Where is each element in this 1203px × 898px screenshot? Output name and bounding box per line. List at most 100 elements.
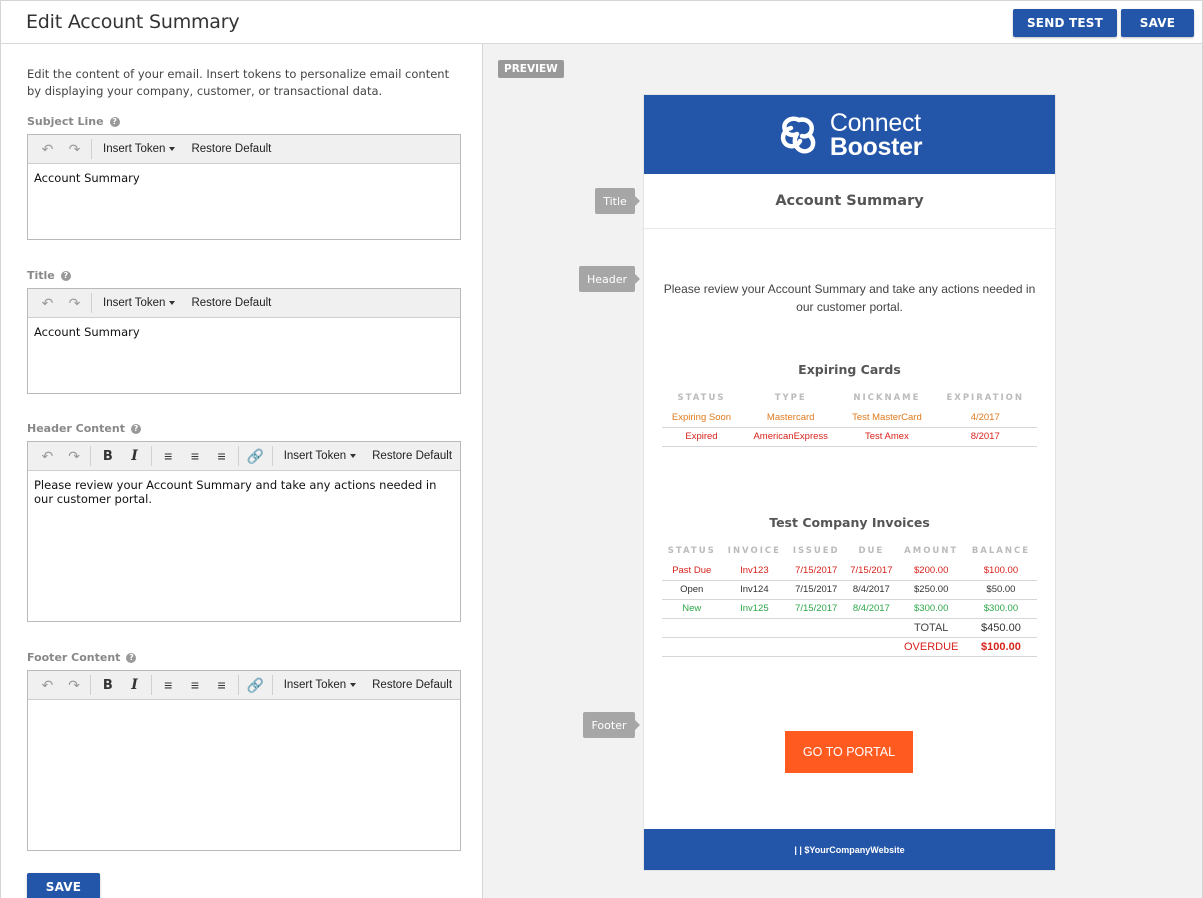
undo-icon[interactable]: ↶ xyxy=(34,671,61,700)
undo-icon[interactable]: ↶ xyxy=(34,442,61,471)
spacer-cell xyxy=(662,637,898,657)
redo-icon[interactable]: ↷ xyxy=(61,135,88,164)
overdue-row: OVERDUE $100.00 xyxy=(662,637,1037,657)
caret-down-icon xyxy=(169,301,176,305)
toolbar-divider xyxy=(238,675,239,695)
invoice-due: 8/4/2017 xyxy=(845,599,898,619)
insert-token-label: Insert Token xyxy=(283,679,347,691)
insert-token-dropdown[interactable]: Insert Token xyxy=(276,442,364,471)
subject-line-label: Subject Line ? xyxy=(27,115,120,128)
link-icon[interactable]: 🔗 xyxy=(242,442,269,471)
preview-badge: PREVIEW xyxy=(498,60,564,78)
header-section-tag: Header xyxy=(579,266,640,292)
expiring-cards-title: Expiring Cards xyxy=(798,362,901,377)
footer-content-input[interactable] xyxy=(28,700,460,714)
title-input[interactable]: Account Summary xyxy=(28,318,460,346)
email-banner: Connect Booster xyxy=(644,95,1055,174)
align-center-icon[interactable]: ≡ xyxy=(182,671,209,700)
invoices-title: Test Company Invoices xyxy=(769,515,930,530)
total-label: TOTAL xyxy=(897,618,965,638)
insert-token-dropdown[interactable]: Insert Token xyxy=(276,671,364,700)
header-content-label-text: Header Content xyxy=(27,422,125,435)
align-left-icon[interactable]: ≡ xyxy=(155,442,182,471)
link-icon[interactable]: 🔗 xyxy=(242,671,269,700)
invoice-issued: 7/15/2017 xyxy=(787,599,846,619)
title-label-text: Title xyxy=(27,269,55,282)
help-icon[interactable]: ? xyxy=(130,423,141,434)
invoice-status: New xyxy=(662,599,722,619)
invoice-issued: 7/15/2017 xyxy=(787,561,846,581)
email-preview: Connect Booster Account Summary Please r… xyxy=(644,95,1055,870)
undo-icon[interactable]: ↶ xyxy=(34,135,61,164)
title-editor: ↶ ↷ Insert Token Restore Default Account… xyxy=(27,288,461,394)
invoice-due: 7/15/2017 xyxy=(845,561,898,581)
invoice-amount: $300.00 xyxy=(897,599,965,619)
caret-down-icon xyxy=(350,683,357,687)
toolbar-divider xyxy=(90,675,92,695)
table-row: Past Due Inv123 7/15/2017 7/15/2017 $200… xyxy=(662,561,1037,581)
italic-button[interactable]: I xyxy=(121,671,148,700)
insert-token-label: Insert Token xyxy=(103,297,166,309)
table-header-row: STATUS INVOICE ISSUED DUE AMOUNT BALANCE xyxy=(662,541,1037,561)
footer-section-tag: Footer xyxy=(583,712,640,738)
restore-default-button[interactable]: Restore Default xyxy=(183,135,279,164)
save-button[interactable]: SAVE xyxy=(1121,9,1194,37)
total-row: TOTAL $450.00 xyxy=(662,618,1037,638)
toolbar-divider xyxy=(91,139,92,159)
restore-default-button[interactable]: Restore Default xyxy=(183,289,279,318)
email-title-row: Account Summary xyxy=(644,174,1055,229)
title-section-tag: Title xyxy=(595,188,640,214)
insert-token-dropdown[interactable]: Insert Token xyxy=(95,289,183,318)
redo-icon[interactable]: ↷ xyxy=(61,442,88,471)
invoice-due: 8/4/2017 xyxy=(845,580,898,600)
overdue-label: OVERDUE xyxy=(897,637,965,657)
redo-icon[interactable]: ↷ xyxy=(61,671,88,700)
align-right-icon[interactable]: ≡ xyxy=(208,442,235,471)
save-button-bottom[interactable]: SAVE xyxy=(27,873,100,898)
email-footer: | | $YourCompanyWebsite xyxy=(644,829,1055,870)
logo-line-booster: Booster xyxy=(829,132,923,161)
help-icon[interactable]: ? xyxy=(126,652,137,663)
column-header: TYPE xyxy=(774,393,807,403)
redo-icon[interactable]: ↷ xyxy=(61,289,88,318)
italic-button[interactable]: I xyxy=(121,442,148,471)
insert-token-dropdown[interactable]: Insert Token xyxy=(95,135,183,164)
email-header-text: Please review your Account Summary and t… xyxy=(663,282,1036,314)
expiring-cards-table: STATUS TYPE NICKNAME EXPIRATION Expiring… xyxy=(662,388,1037,447)
editor-toolbar: ↶ ↷ Insert Token Restore Default xyxy=(28,135,460,164)
go-to-portal-button[interactable]: GO TO PORTAL xyxy=(785,731,913,773)
invoice-status: Past Due xyxy=(662,561,722,581)
table-row: Expiring Soon Mastercard Test MasterCard… xyxy=(662,408,1037,428)
undo-icon[interactable]: ↶ xyxy=(34,289,61,318)
toolbar-divider xyxy=(91,293,92,313)
invoice-amount: $200.00 xyxy=(897,561,965,581)
help-icon[interactable]: ? xyxy=(60,270,71,281)
top-bar: Edit Account Summary SEND TEST SAVE xyxy=(0,0,1203,44)
invoices-table: STATUS INVOICE ISSUED DUE AMOUNT BALANCE… xyxy=(662,541,1037,657)
send-test-button[interactable]: SEND TEST xyxy=(1013,9,1117,37)
invoice-balance: $300.00 xyxy=(964,599,1037,619)
column-header: STATUS xyxy=(667,546,716,556)
column-header: AMOUNT xyxy=(904,546,959,556)
card-type: Mastercard xyxy=(740,408,841,428)
align-right-icon[interactable]: ≡ xyxy=(208,671,235,700)
header-content-editor: ↶ ↷ B I ≡ ≡ ≡ 🔗 Insert Token Restore Def… xyxy=(27,441,461,622)
help-icon[interactable]: ? xyxy=(109,116,120,127)
card-type: AmericanExpress xyxy=(740,427,841,447)
preview-pane: PREVIEW Title Header Footer Connect Boos… xyxy=(483,44,1203,898)
logo-line-connect: Connect xyxy=(829,108,921,137)
invoice-number: Inv123 xyxy=(721,561,788,581)
restore-default-button[interactable]: Restore Default xyxy=(364,671,460,700)
editor-toolbar: ↶ ↷ B I ≡ ≡ ≡ 🔗 Insert Token Restore Def… xyxy=(28,671,460,700)
subject-line-input[interactable]: Account Summary xyxy=(28,164,460,192)
restore-default-button[interactable]: Restore Default xyxy=(364,442,460,471)
card-status: Expiring Soon xyxy=(662,408,741,428)
bold-button[interactable]: B xyxy=(94,442,121,471)
total-value: $450.00 xyxy=(964,618,1037,638)
header-content-input[interactable]: Please review your Account Summary and t… xyxy=(28,471,460,513)
align-center-icon[interactable]: ≡ xyxy=(182,442,209,471)
invoice-issued: 7/15/2017 xyxy=(787,580,846,600)
align-left-icon[interactable]: ≡ xyxy=(155,671,182,700)
card-nickname: Test MasterCard xyxy=(840,408,934,428)
bold-button[interactable]: B xyxy=(94,671,121,700)
